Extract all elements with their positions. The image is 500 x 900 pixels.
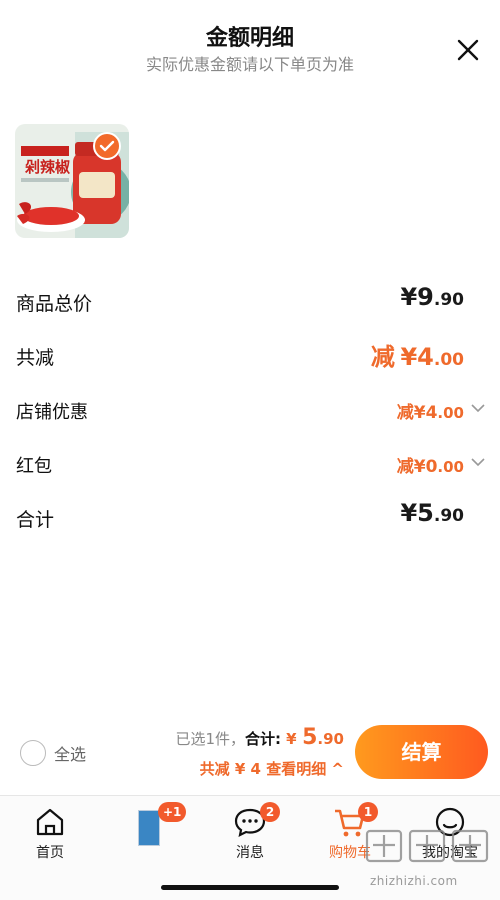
view-details-link[interactable]: 共减 ¥ 4 查看明细 ^	[200, 758, 344, 779]
shop-coupon-row[interactable]: 店铺优惠 减¥4.00	[16, 392, 486, 428]
close-icon[interactable]	[454, 34, 482, 66]
chevron-down-icon[interactable]	[470, 400, 486, 414]
promo-item-thumbnail	[138, 810, 160, 846]
selected-check-icon	[93, 132, 121, 160]
sum-label: 合计	[16, 509, 55, 531]
chevron-down-icon[interactable]	[470, 454, 486, 468]
site-watermark-logo	[365, 829, 489, 863]
messages-badge: 2	[260, 802, 280, 822]
selected-count: 已选1件，	[175, 730, 245, 748]
red-packet-row[interactable]: 红包 减¥0.00	[16, 446, 486, 482]
shop-coupon-value: 减¥4.00	[396, 403, 464, 423]
checkout-bar: 全选 已选1件，合计: ¥ 5.90 共减 ¥ 4 查看明细 ^ 结算	[0, 715, 500, 795]
tab-promo[interactable]: +1	[100, 800, 200, 860]
sheet-title: 金额明细	[205, 26, 294, 51]
tab-messages-label: 消息	[236, 845, 264, 861]
sheet-subtitle: 实际优惠金额请以下单页为准	[145, 55, 354, 74]
promo-badge: +1	[158, 802, 187, 822]
checkout-button[interactable]: 结算	[355, 725, 488, 779]
tab-messages[interactable]: 2 消息	[200, 800, 300, 861]
select-all-toggle[interactable]: 全选	[20, 739, 86, 767]
total-discount-label: 共减	[16, 347, 55, 369]
checkout-summary: 已选1件，合计: ¥ 5.90	[175, 725, 344, 750]
product-thumbnail[interactable]: 剁辣椒	[15, 124, 129, 238]
sum-value: ¥5.90	[400, 499, 464, 527]
tab-home[interactable]: 首页	[0, 800, 100, 861]
home-icon	[36, 808, 64, 836]
total-price-row: 商品总价 ¥9.90	[16, 283, 486, 319]
sum-label-short: 合计:	[245, 730, 281, 748]
total-discount-row: 共减 减 ¥4.00	[16, 337, 486, 373]
total-price-label: 商品总价	[16, 293, 93, 315]
product-brand-text: 剁辣椒	[24, 158, 71, 176]
sum-row: 合计 ¥5.90	[16, 499, 486, 535]
home-indicator	[161, 885, 339, 890]
select-all-radio[interactable]	[20, 740, 46, 766]
cart-badge: 1	[358, 802, 378, 822]
checkout-total-price: ¥ 5.90	[286, 725, 344, 750]
select-all-label: 全选	[54, 745, 87, 764]
watermark-url: zhizhizhi.com	[370, 874, 458, 888]
red-packet-value: 减¥0.00	[396, 457, 464, 477]
tab-home-label: 首页	[36, 845, 64, 861]
total-discount-value: 减 ¥4.00	[370, 343, 464, 371]
red-packet-label: 红包	[16, 456, 52, 477]
total-price-value: ¥9.90	[400, 283, 464, 311]
shop-coupon-label: 店铺优惠	[16, 402, 88, 423]
sheet-header: 金额明细 实际优惠金额请以下单页为准	[0, 0, 500, 90]
